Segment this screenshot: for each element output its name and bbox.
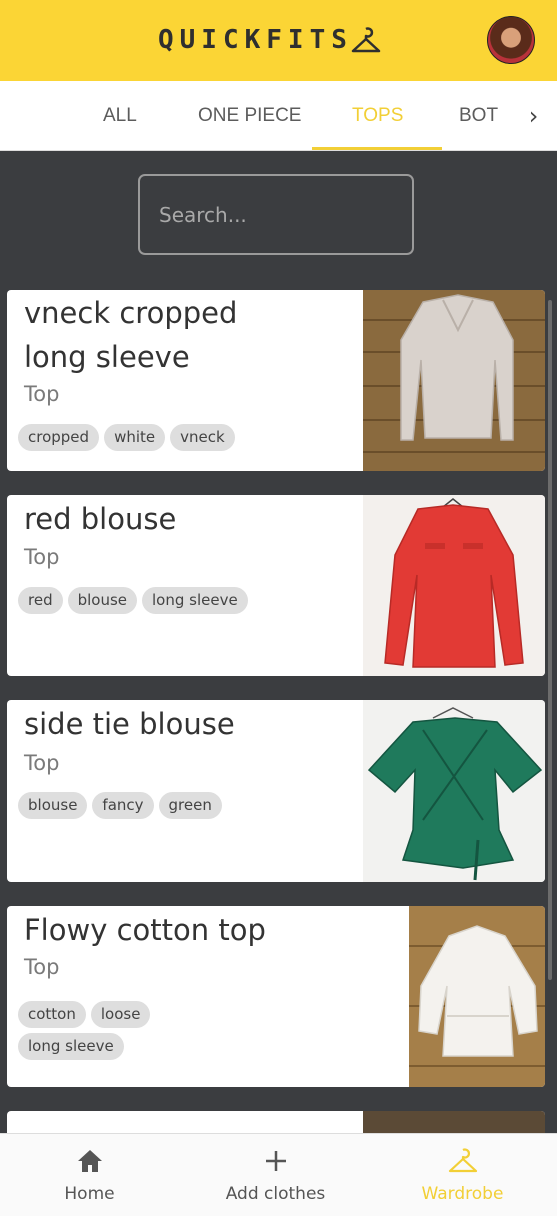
bottom-nav: Home Add clothes Wardrobe [0, 1133, 557, 1216]
item-title: red blouse [24, 497, 176, 541]
app-title: QUICKFITS [158, 25, 353, 55]
clothing-card[interactable]: red blouse Top red blouse long sleeve [7, 495, 545, 676]
item-title-line: Flowy cotton top [24, 913, 266, 947]
avatar[interactable] [487, 16, 535, 64]
tag-chip: loose [90, 1001, 151, 1028]
category-tabs: ALL ONE PIECE TOPS BOT › [0, 81, 557, 151]
item-photo [363, 700, 545, 882]
tag-list: cropped white vneck [18, 424, 235, 451]
item-category: Top [24, 382, 60, 406]
tag-chip: long sleeve [142, 587, 248, 614]
tag-list: red blouse long sleeve [18, 587, 248, 614]
tag-chip: vneck [170, 424, 235, 451]
home-icon [77, 1150, 102, 1172]
item-title: side tie blouse [24, 702, 235, 746]
item-category: Top [24, 751, 60, 775]
nav-label: Wardrobe [421, 1184, 504, 1204]
tag-chip: long sleeve [18, 1033, 124, 1060]
app-header: QUICKFITS [0, 0, 557, 81]
clothing-card[interactable]: side tie blouse Top blouse fancy green [7, 700, 545, 882]
tag-chip: cropped [18, 424, 100, 451]
tab-all[interactable]: ALL [103, 105, 137, 127]
tag-list: cotton loose long sleeve [18, 1001, 168, 1060]
item-title: vneck cropped long sleeve [24, 291, 237, 379]
item-title-line: long sleeve [24, 340, 190, 374]
clothing-card[interactable]: Flowy cotton top Top cotton loose long s… [7, 906, 545, 1087]
item-photo [363, 495, 545, 676]
chevron-right-icon[interactable]: › [510, 93, 557, 139]
tag-chip: blouse [67, 587, 138, 614]
nav-wardrobe[interactable]: Wardrobe [370, 1134, 555, 1216]
item-category: Top [24, 955, 60, 979]
nav-home[interactable]: Home [0, 1134, 182, 1216]
tag-chip: white [104, 424, 166, 451]
search-input[interactable] [138, 174, 414, 255]
tab-tops[interactable]: TOPS [352, 105, 403, 127]
tag-chip: blouse [18, 792, 88, 819]
item-title-line: side tie blouse [24, 707, 235, 741]
hanger-icon [351, 27, 381, 53]
item-photo [409, 906, 545, 1087]
tag-chip: cotton [18, 1001, 86, 1028]
tag-chip: fancy [92, 792, 154, 819]
tag-chip: green [158, 792, 222, 819]
scrollbar[interactable] [548, 300, 552, 980]
nav-label: Home [64, 1184, 115, 1204]
item-title-line: vneck cropped [24, 296, 238, 330]
hanger-icon [448, 1148, 477, 1173]
item-category: Top [24, 545, 60, 569]
tag-chip: red [18, 587, 63, 614]
item-title: Flowy cotton top [24, 908, 266, 952]
tab-one-piece[interactable]: ONE PIECE [198, 105, 301, 127]
clothing-card[interactable]: vneck cropped long sleeve Top cropped wh… [7, 290, 545, 471]
item-photo [363, 290, 545, 471]
item-title-line: red blouse [24, 502, 177, 536]
nav-add-clothes[interactable]: Add clothes [183, 1134, 368, 1216]
nav-label: Add clothes [225, 1184, 326, 1204]
active-tab-indicator [312, 147, 442, 150]
plus-icon [265, 1151, 286, 1171]
tab-bottoms[interactable]: BOT [459, 105, 498, 127]
tag-list: blouse fancy green [18, 792, 222, 819]
